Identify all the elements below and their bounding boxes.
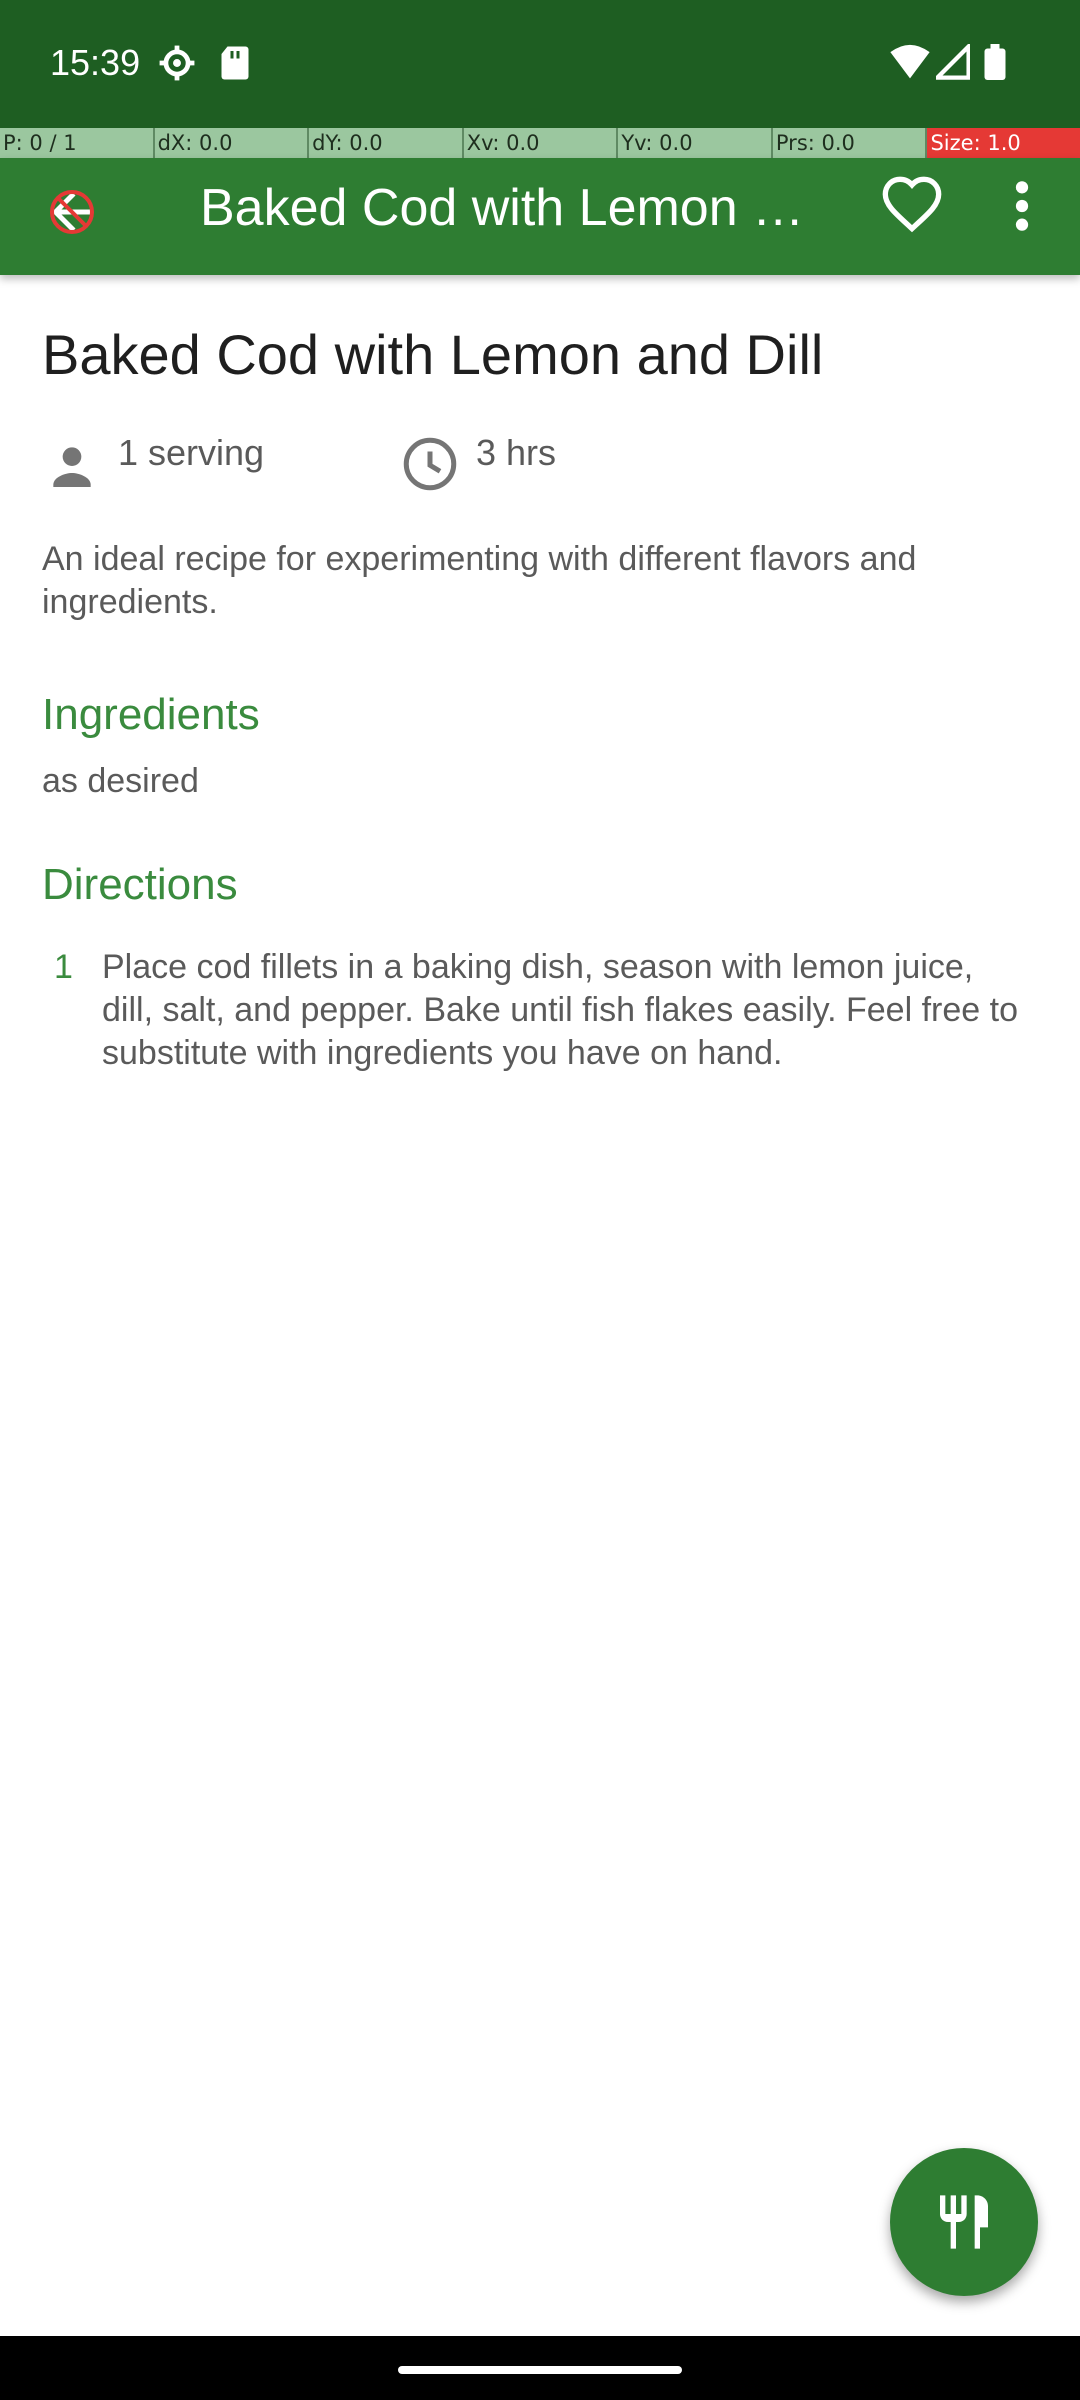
- system-navigation-bar: [0, 2336, 1080, 2400]
- clock-icon: [403, 437, 457, 491]
- pointer-dy: dY: 0.0: [309, 128, 464, 158]
- pointer-pressure: Prs: 0.0: [772, 128, 928, 158]
- pointer-count: P: 0 / 1: [0, 128, 155, 158]
- ingredients-heading: Ingredients: [42, 690, 260, 739]
- battery-icon: [984, 44, 1006, 80]
- home-gesture-handle[interactable]: [398, 2366, 682, 2374]
- time-text: 3 hrs: [476, 432, 557, 473]
- pointer-dx: dX: 0.0: [154, 128, 310, 158]
- recipe-description: An ideal recipe for experimenting with d…: [42, 540, 917, 621]
- person-icon: [53, 447, 91, 487]
- wifi-icon: [890, 44, 930, 79]
- status-time: 15:39: [50, 42, 141, 83]
- ingredient-item: as desired: [42, 762, 199, 800]
- status-bar: 15:39: [0, 0, 1080, 128]
- direction-step-text: Place cod fillets in a baking dish, seas…: [102, 948, 1018, 1072]
- pointer-location-overlay: P: 0 / 1 dX: 0.0 dY: 0.0 Xv: 0.0 Yv: 0.0…: [0, 128, 1080, 158]
- pointer-yv: Yv: 0.0: [618, 128, 773, 158]
- more-vert-icon[interactable]: [1000, 174, 1044, 238]
- fork-knife-icon: [940, 2195, 988, 2249]
- recipe-title: Baked Cod with Lemon and Dill: [42, 323, 824, 386]
- direction-step-number: 1: [54, 948, 73, 986]
- heart-outline-icon[interactable]: [880, 174, 944, 238]
- app-bar-title: Baked Cod with Lemon and Dill: [200, 179, 830, 237]
- pointer-size: Size: 1.0: [927, 128, 1080, 158]
- servings-text: 1 serving: [118, 432, 265, 473]
- pointer-xv: Xv: 0.0: [463, 128, 619, 158]
- settings-icon: [159, 45, 195, 81]
- directions-heading: Directions: [42, 860, 238, 909]
- app-bar: Baked Cod with Lemon and Dill: [0, 158, 1080, 275]
- back-arrow-icon[interactable]: [42, 182, 102, 242]
- sd-card-icon: [221, 46, 249, 80]
- cook-mode-fab[interactable]: [890, 2148, 1038, 2296]
- cell-signal-icon: [936, 44, 970, 80]
